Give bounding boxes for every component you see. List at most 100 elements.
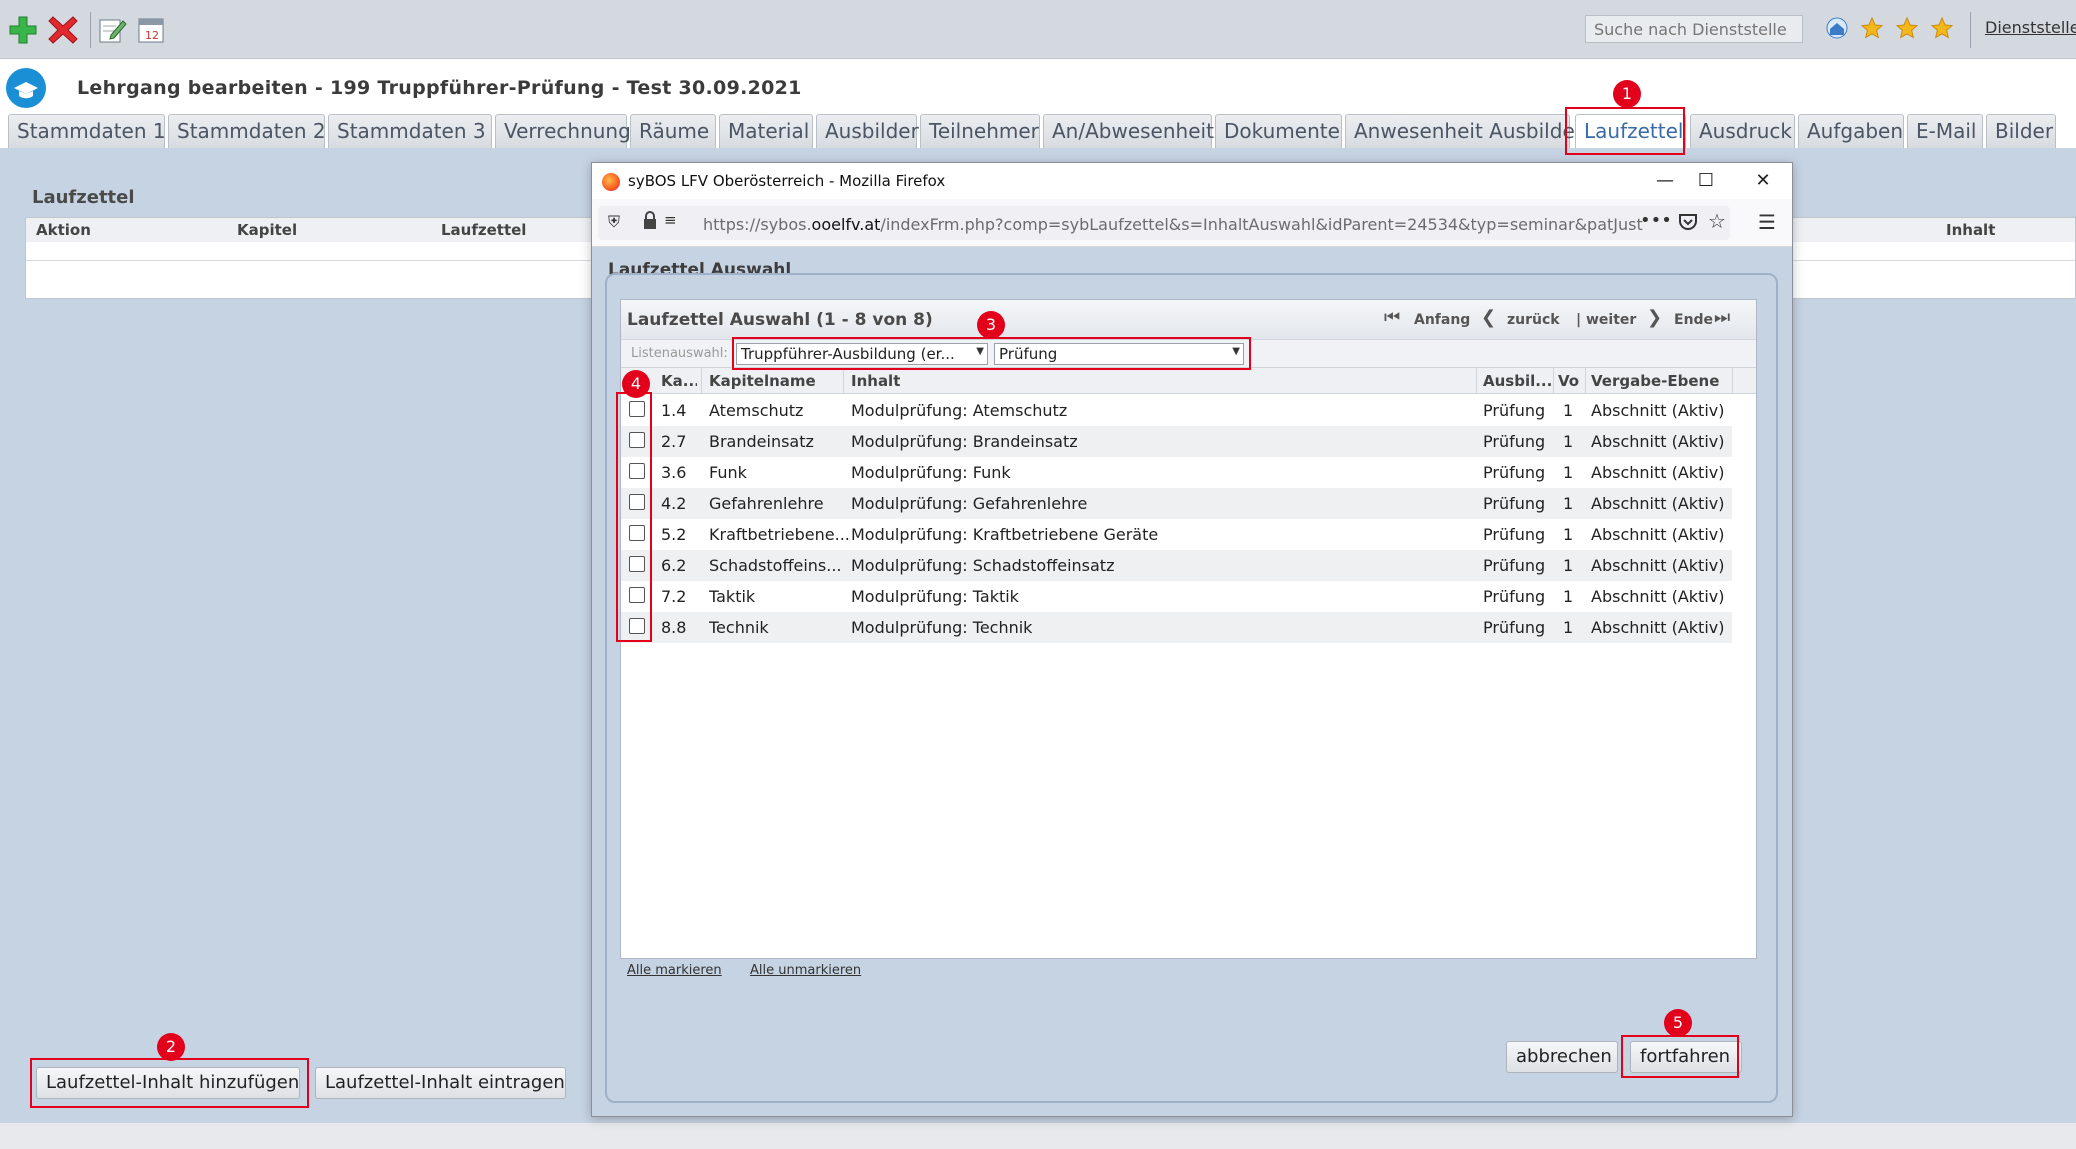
cell-inhalt: Modulprüfung: Atemschutz [851, 401, 1068, 420]
pager-next[interactable]: | weiter [1576, 312, 1636, 328]
column-header[interactable]: Ausbil... [1483, 372, 1552, 390]
tab-verrechnung[interactable]: Verrechnung [495, 114, 631, 148]
tab-stammdaten-2[interactable]: Stammdaten 2 [168, 114, 326, 148]
annotation-badge: 2 [157, 1033, 185, 1061]
cancel-button[interactable]: abbrechen [1506, 1041, 1618, 1073]
menu-icon[interactable]: ☰ [1758, 210, 1776, 234]
tab-stammdaten-3[interactable]: Stammdaten 3 [328, 114, 492, 148]
annotation-badge: 5 [1664, 1009, 1692, 1037]
tab-aufgaben[interactable]: Aufgaben [1798, 114, 1904, 148]
firefox-popup-window: syBOS LFV Oberösterreich - Mozilla Firef… [591, 162, 1793, 1117]
cell-inhalt: Modulprüfung: Funk [851, 463, 1011, 482]
table-row[interactable]: 8.8 Technik Modulprüfung: Technik Prüfun… [621, 612, 1732, 643]
column-header: Inhalt [1946, 221, 1996, 239]
minimize-icon[interactable]: — [1645, 167, 1685, 195]
unmark-all-link[interactable]: Alle unmarkieren [750, 963, 861, 978]
column-header[interactable]: Kapitelname [709, 372, 816, 390]
cell-ka: 8.8 [661, 618, 687, 637]
prev-page-icon[interactable]: ❮ [1481, 307, 1496, 328]
tab-material[interactable]: Material [719, 114, 813, 148]
top-toolbar: 12 Dienststelle [0, 0, 2076, 59]
selection-grid: Laufzettel Auswahl (1 - 8 von 8) ⏮ Anfan… [620, 299, 1757, 959]
last-page-icon[interactable]: ⏭ [1714, 307, 1730, 328]
tab-e-mail[interactable]: E-Mail [1907, 114, 1983, 148]
table-row[interactable]: 3.6 Funk Modulprüfung: Funk Prüfung 1 Ab… [621, 457, 1732, 488]
delete-icon[interactable] [48, 15, 78, 45]
cell-ka: 3.6 [661, 463, 687, 482]
annotation-box [1565, 107, 1685, 155]
more-icon[interactable]: ••• [1640, 210, 1672, 231]
pager-first[interactable]: Anfang [1414, 312, 1470, 328]
cell-kapitelname: Taktik [709, 587, 756, 606]
grid-header: Laufzettel Auswahl (1 - 8 von 8) ⏮ Anfan… [621, 300, 1756, 340]
calendar-icon[interactable]: 12 [136, 15, 166, 45]
shield-icon[interactable]: ⛨ [608, 212, 620, 232]
pocket-icon[interactable] [1678, 211, 1698, 236]
cell-kapitelname: Technik [709, 618, 769, 637]
home-icon[interactable] [1825, 16, 1855, 46]
table-row[interactable]: 1.4 Atemschutz Modulprüfung: Atemschutz … [621, 395, 1732, 426]
edit-icon[interactable] [97, 15, 127, 45]
column-header[interactable]: Vo [1558, 372, 1584, 390]
table-row[interactable]: 5.2 Kraftbetriebene... Modulprüfung: Kra… [621, 519, 1732, 550]
close-icon[interactable]: ✕ [1743, 167, 1783, 195]
first-page-icon[interactable]: ⏮ [1384, 307, 1400, 328]
cell-vergabe-ebene: Abschnitt (Aktiv) [1591, 525, 1725, 544]
annotation-box [732, 337, 1251, 370]
cell-vergabe-ebene: Abschnitt (Aktiv) [1591, 401, 1725, 420]
annotation-badge: 4 [622, 370, 650, 398]
grid-title: Laufzettel Auswahl (1 - 8 von 8) [627, 310, 933, 330]
cell-ausbildung: Prüfung [1483, 432, 1546, 451]
firefox-logo-icon [602, 173, 620, 191]
permissions-icon[interactable]: ≡ [664, 211, 677, 229]
bookmark-star-icon[interactable]: ☆ [1708, 209, 1726, 233]
add-icon[interactable] [8, 15, 38, 45]
next-page-icon[interactable]: ❯ [1647, 307, 1662, 328]
annotation-badge: 3 [977, 311, 1005, 339]
pager-last[interactable]: Ende [1674, 312, 1713, 328]
cell-inhalt: Modulprüfung: Gefahrenlehre [851, 494, 1088, 513]
tab-teilnehmer[interactable]: Teilnehmer [920, 114, 1040, 148]
table-row[interactable]: 4.2 Gefahrenlehre Modulprüfung: Gefahren… [621, 488, 1732, 519]
annotation-box [616, 392, 652, 642]
star-icon[interactable] [1860, 16, 1890, 46]
maximize-icon[interactable]: ☐ [1686, 167, 1726, 195]
tab-stammdaten-1[interactable]: Stammdaten 1 [8, 114, 166, 148]
cell-ausbildung: Prüfung [1483, 525, 1546, 544]
tab-ausbilder[interactable]: Ausbilder [816, 114, 919, 148]
column-header: Kapitel [237, 221, 298, 239]
star-icon[interactable] [1895, 16, 1925, 46]
column-header[interactable]: Inhalt [851, 372, 900, 390]
tab-raeume[interactable]: Räume [630, 114, 716, 148]
tab-ausdruck[interactable]: Ausdruck [1690, 114, 1795, 148]
column-header[interactable]: Vergabe-Ebene [1591, 372, 1719, 390]
table-row[interactable]: 7.2 Taktik Modulprüfung: Taktik Prüfung … [621, 581, 1732, 612]
table-row[interactable]: 6.2 Schadstoffeins... Modulprüfung: Scha… [621, 550, 1732, 581]
laufzettel-panel-title: Laufzettel [32, 187, 135, 208]
column-header: Aktion [36, 221, 91, 239]
filter-label: Listenauswahl: [631, 346, 728, 361]
toolbar-separator [90, 12, 91, 48]
cell-ausbildung: Prüfung [1483, 401, 1546, 420]
search-input[interactable] [1585, 15, 1803, 43]
tab-dokumente[interactable]: Dokumente [1215, 114, 1342, 148]
tab-bilder[interactable]: Bilder [1986, 114, 2056, 148]
table-row[interactable]: 2.7 Brandeinsatz Modulprüfung: Brandeins… [621, 426, 1732, 457]
cell-ausbildung: Prüfung [1483, 556, 1546, 575]
pager-prev[interactable]: zurück [1507, 312, 1560, 328]
tab-an-abwesenheit[interactable]: An/Abwesenheit [1043, 114, 1214, 148]
enter-laufzettel-content-button[interactable]: Laufzettel-Inhalt eintragen [315, 1067, 566, 1099]
address-field[interactable]: ⛨ ≡ https://sybos.ooelfv.at/indexFrm.php… [598, 206, 1730, 240]
column-header[interactable]: Ka... [661, 372, 697, 390]
url-text[interactable]: https://sybos.ooelfv.at/indexFrm.php?com… [703, 215, 1643, 234]
dienststelle-link[interactable]: Dienststelle [1985, 18, 2076, 37]
cell-ka: 6.2 [661, 556, 687, 575]
lock-icon[interactable] [642, 211, 658, 236]
mark-all-link[interactable]: Alle markieren [627, 963, 722, 978]
star-icon[interactable] [1930, 16, 1960, 46]
cell-ka: 2.7 [661, 432, 687, 451]
cell-vergabe-ebene: Abschnitt (Aktiv) [1591, 463, 1725, 482]
cell-ausbildung: Prüfung [1483, 494, 1546, 513]
toolbar-separator [1970, 12, 1971, 48]
tab-anwesenheit-ausbilder[interactable]: Anwesenheit Ausbilder [1345, 114, 1583, 148]
